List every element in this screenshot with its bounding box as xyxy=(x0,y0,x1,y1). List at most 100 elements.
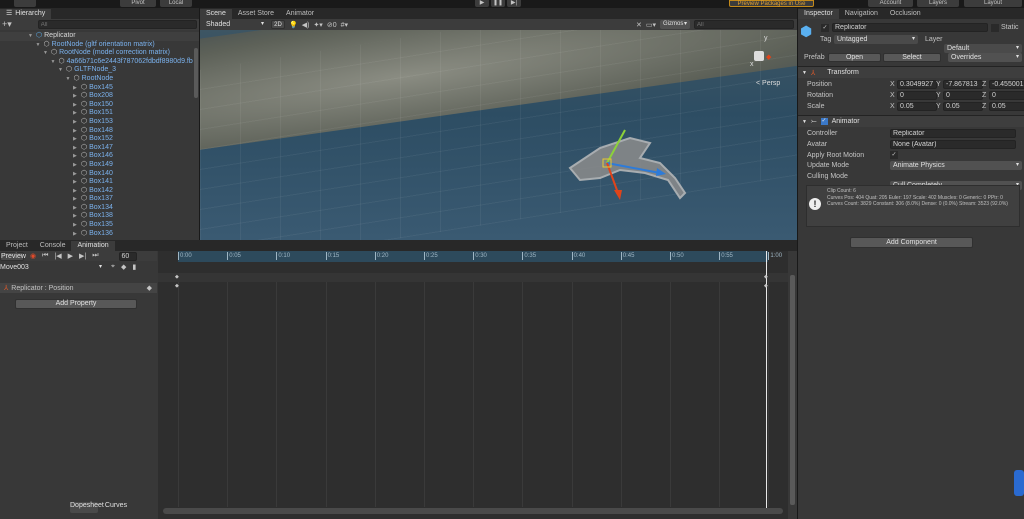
add-property-button[interactable]: Add Property xyxy=(15,299,137,309)
hierarchy-item[interactable]: ▼ ⬡ RootNode (model correction matrix) xyxy=(0,49,199,58)
tab-animation[interactable]: Animation xyxy=(71,241,115,251)
tools-icon[interactable]: ✕ xyxy=(636,21,642,29)
hierarchy-item[interactable]: ▶ ⬡ Box208 xyxy=(0,92,199,101)
prefab-select-button[interactable]: Select xyxy=(883,53,941,62)
collapsed-arrow-icon[interactable]: ▶ xyxy=(73,118,79,127)
collapsed-arrow-icon[interactable]: ▶ xyxy=(73,84,79,93)
property-row[interactable]: ⅄ Replicator : Position ◆ xyxy=(0,283,157,293)
layer-dropdown[interactable]: Default xyxy=(944,44,1022,53)
event-icon[interactable]: ▮ xyxy=(132,263,136,271)
layers-dropdown[interactable]: Layers xyxy=(917,0,959,7)
hierarchy-item[interactable]: ▼ ⬡ RootNode (gltf orientation matrix) xyxy=(0,41,199,50)
collapsed-arrow-icon[interactable]: ▶ xyxy=(73,144,79,153)
position-x-field[interactable]: 0.3049927 xyxy=(897,80,937,89)
hierarchy-scrollbar[interactable] xyxy=(194,48,198,98)
lighting-icon[interactable]: 💡 xyxy=(289,21,298,29)
hierarchy-item[interactable]: ▶ ⬡ Box153 xyxy=(0,118,199,127)
prev-key-button[interactable]: |◀ xyxy=(54,252,61,260)
record-button[interactable]: ◉ xyxy=(30,252,36,260)
add-event-icon[interactable]: ◆ xyxy=(121,263,126,271)
move-tool[interactable] xyxy=(14,0,36,7)
hidden-objects-icon[interactable]: ⊘0 xyxy=(327,21,337,29)
hierarchy-item[interactable]: ▶ ⬡ Box149 xyxy=(0,161,199,170)
hierarchy-item[interactable]: ▶ ⬡ Box148 xyxy=(0,127,199,136)
dopesheet-tab[interactable]: Dopesheet xyxy=(70,502,104,513)
perspective-label[interactable]: < Persp xyxy=(756,80,780,87)
position-z-field[interactable]: -0.455001 xyxy=(989,80,1024,89)
hierarchy-item[interactable]: ▶ ⬡ Box138 xyxy=(0,212,199,221)
hierarchy-item[interactable]: ▼ ⬡ 4a66b71c6e2443f787062fdbdf8980d9.fb xyxy=(0,58,199,67)
tab-animator[interactable]: Animator xyxy=(280,9,320,19)
collapsed-arrow-icon[interactable]: ▶ xyxy=(73,178,79,187)
collapsed-arrow-icon[interactable]: ▶ xyxy=(73,152,79,161)
tab-console[interactable]: Console xyxy=(34,241,72,251)
hierarchy-item[interactable]: ▶ ⬡ Box145 xyxy=(0,84,199,93)
collapsed-arrow-icon[interactable]: ▶ xyxy=(73,170,79,179)
tab-occlusion[interactable]: Occlusion xyxy=(884,9,927,19)
frame-field[interactable]: 60 xyxy=(118,251,137,261)
last-key-button[interactable]: ⏭ xyxy=(92,252,98,260)
hierarchy-item[interactable]: ▶ ⬡ Box137 xyxy=(0,195,199,204)
keyframe-summary-end[interactable]: ◆ xyxy=(764,274,768,280)
hierarchy-item[interactable]: ▶ ⬡ Box150 xyxy=(0,101,199,110)
play-animation-button[interactable]: ▶ xyxy=(68,252,73,260)
keyframe-summary-start[interactable]: ◆ xyxy=(175,274,179,280)
pause-button[interactable]: ❚❚ xyxy=(491,0,505,7)
update-mode-dropdown[interactable]: Animate Physics xyxy=(890,161,1022,170)
collapsed-arrow-icon[interactable]: ▶ xyxy=(73,127,79,136)
collapsed-arrow-icon[interactable]: ▶ xyxy=(73,101,79,110)
controller-field[interactable]: Replicator xyxy=(890,129,1016,138)
root-motion-checkbox[interactable]: ✓ xyxy=(890,151,898,159)
account-dropdown[interactable]: Account xyxy=(868,0,913,7)
pivot-toggle[interactable]: Pivot xyxy=(120,0,156,7)
keyframe-start[interactable]: ◆ xyxy=(175,283,179,289)
scale-y-field[interactable]: 0.05 xyxy=(943,102,983,111)
tab-project[interactable]: Project xyxy=(0,241,34,251)
tab-asset-store[interactable]: Asset Store xyxy=(232,9,280,19)
replicator-model[interactable] xyxy=(560,118,700,213)
collapsed-arrow-icon[interactable]: ▶ xyxy=(73,92,79,101)
hierarchy-item[interactable]: ▶ ⬡ Box141 xyxy=(0,178,199,187)
expanded-arrow-icon[interactable]: ▼ xyxy=(66,75,72,84)
collapsed-arrow-icon[interactable]: ▶ xyxy=(73,187,79,196)
scene-search-input[interactable] xyxy=(694,20,794,29)
hierarchy-item[interactable]: ▶ ⬡ Box136 xyxy=(0,230,199,239)
preview-toggle[interactable]: Preview xyxy=(0,251,26,261)
key-icon[interactable]: ◆ xyxy=(147,284,152,292)
audio-icon[interactable]: ◀) xyxy=(302,21,310,29)
position-y-field[interactable]: -7.867813 xyxy=(943,80,983,89)
clip-dropdown[interactable]: Move003 xyxy=(0,263,105,272)
collapsed-arrow-icon[interactable]: ▶ xyxy=(73,230,79,239)
hierarchy-item[interactable]: ▶ ⬡ Box135 xyxy=(0,221,199,230)
local-toggle[interactable]: Local xyxy=(160,0,192,7)
rotation-z-field[interactable]: 0 xyxy=(989,91,1024,100)
2d-toggle[interactable]: 2D xyxy=(271,20,285,29)
hierarchy-item[interactable]: ▶ ⬡ Box151 xyxy=(0,109,199,118)
keyframe-end[interactable]: ◆ xyxy=(764,283,768,289)
effects-icon[interactable]: ✦▾ xyxy=(313,21,322,29)
first-key-button[interactable]: ⏮ xyxy=(42,252,48,260)
gizmos-dropdown[interactable]: Gizmos xyxy=(660,20,690,29)
hierarchy-item[interactable]: ▶ ⬡ Box146 xyxy=(0,152,199,161)
hierarchy-item[interactable]: ▶ ⬡ Box134 xyxy=(0,204,199,213)
collapsed-arrow-icon[interactable]: ▶ xyxy=(73,135,79,144)
hierarchy-item[interactable]: ▼ ⬡ Replicator xyxy=(0,32,199,41)
collapsed-arrow-icon[interactable]: ▶ xyxy=(73,109,79,118)
prefab-overrides-dropdown[interactable]: Overrides xyxy=(948,53,1022,62)
camera-icon[interactable]: ▭▾ xyxy=(646,21,656,29)
curves-tab[interactable]: Curves xyxy=(102,502,130,513)
hierarchy-search-input[interactable] xyxy=(37,20,197,29)
expanded-arrow-icon[interactable]: ▼ xyxy=(51,58,57,67)
scale-z-field[interactable]: 0.05 xyxy=(989,102,1024,111)
expanded-arrow-icon[interactable]: ▼ xyxy=(58,66,64,75)
tab-scene[interactable]: Scene xyxy=(200,9,232,19)
prefab-open-button[interactable]: Open xyxy=(828,53,881,62)
layout-dropdown[interactable]: Layout xyxy=(964,0,1022,7)
rotation-y-field[interactable]: 0 xyxy=(943,91,983,100)
collapsed-arrow-icon[interactable]: ▶ xyxy=(73,204,79,213)
add-icon[interactable]: +▾ xyxy=(2,19,12,30)
object-name-input[interactable]: Replicator xyxy=(832,23,988,32)
step-button[interactable]: ▶| xyxy=(507,0,521,7)
hierarchy-item[interactable]: ▶ ⬡ Box142 xyxy=(0,187,199,196)
active-checkbox[interactable]: ✓ xyxy=(821,24,829,32)
